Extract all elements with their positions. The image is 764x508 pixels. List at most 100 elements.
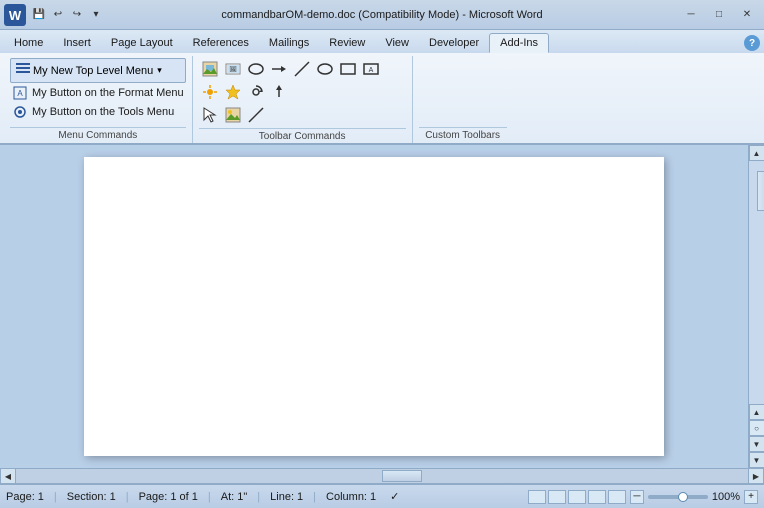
tb-image2[interactable]: 🖼 <box>222 58 244 80</box>
menu-icon <box>15 61 31 80</box>
document-area <box>0 145 748 468</box>
tab-mailings[interactable]: Mailings <box>259 33 319 53</box>
custom-toolbars-label: Custom Toolbars <box>419 127 507 143</box>
tab-home[interactable]: Home <box>4 33 53 53</box>
tools-menu-btn[interactable]: My Button on the Tools Menu <box>10 103 186 121</box>
tb-ellipse[interactable] <box>245 58 267 80</box>
view-outline-btn[interactable] <box>588 490 606 504</box>
h-scroll-left[interactable]: ◀ <box>0 468 16 484</box>
tab-references[interactable]: References <box>183 33 259 53</box>
svg-text:🖼: 🖼 <box>229 66 237 73</box>
new-top-level-menu-btn[interactable]: My New Top Level Menu ▾ <box>10 58 186 83</box>
page-status: Page: 1 <box>6 491 44 503</box>
tab-insert[interactable]: Insert <box>53 33 101 53</box>
document-page <box>84 157 664 456</box>
toolbar-row-1: 🖼 A <box>199 58 406 80</box>
tb-line2[interactable] <box>245 104 267 126</box>
minimize-btn[interactable]: ─ <box>678 6 704 24</box>
zoom-slider[interactable] <box>648 495 708 499</box>
tab-review[interactable]: Review <box>319 33 375 53</box>
column-status: Column: 1 <box>326 491 376 503</box>
tb-line1[interactable] <box>291 58 313 80</box>
scroll-thumb[interactable] <box>757 171 764 211</box>
window-controls: ─ □ ✕ <box>678 6 760 24</box>
custom-toolbars-group: Custom Toolbars <box>413 56 513 143</box>
scroll-down-btn[interactable]: ▼ <box>749 452 764 468</box>
scroll-up-btn[interactable]: ▲ <box>749 145 764 161</box>
tb-ellipse2[interactable] <box>314 58 336 80</box>
title-bar: W 💾 ↩ ↪ ▾ commandbarOM-demo.doc (Compati… <box>0 0 764 30</box>
tb-text-box[interactable]: A <box>360 58 382 80</box>
ribbon-tabs: Home Insert Page Layout References Maili… <box>0 30 764 53</box>
view-web-btn[interactable] <box>568 490 586 504</box>
tb-star[interactable] <box>222 81 244 103</box>
tb-image1[interactable] <box>199 58 221 80</box>
line-status: Line: 1 <box>270 491 303 503</box>
title-bar-left: W 💾 ↩ ↪ ▾ <box>4 4 105 26</box>
zoom-controls: ─ 100% + <box>630 490 758 504</box>
custom-toolbars-content <box>419 58 507 125</box>
pagecount-status: Page: 1 of 1 <box>139 491 198 503</box>
tb-rect1[interactable] <box>337 58 359 80</box>
view-mode-buttons <box>528 490 626 504</box>
at-status: At: 1" <box>221 491 248 503</box>
tb-image3[interactable] <box>222 104 244 126</box>
save-quick-btn[interactable]: 💾 <box>30 6 48 24</box>
tab-page-layout[interactable]: Page Layout <box>101 33 183 53</box>
help-button[interactable]: ? <box>744 35 760 51</box>
scroll-next-page[interactable]: ▼ <box>749 436 764 452</box>
menu-commands-group: My New Top Level Menu ▾ A My Button on t… <box>4 56 193 143</box>
tb-sun[interactable] <box>199 81 221 103</box>
tools-menu-icon <box>12 104 28 120</box>
tab-addins[interactable]: Add-Ins <box>489 33 549 53</box>
h-scroll-track <box>16 469 748 483</box>
zoom-percent: 100% <box>712 491 740 503</box>
toolbar-row-2 <box>199 81 406 103</box>
quick-access-toolbar: 💾 ↩ ↪ ▾ <box>30 6 105 24</box>
horizontal-scrollbar: ◀ ▶ <box>0 468 764 484</box>
window-title: commandbarOM-demo.doc (Compatibility Mod… <box>221 9 542 21</box>
scroll-prev-page[interactable]: ▲ <box>749 404 764 420</box>
undo-btn[interactable]: ↩ <box>49 6 67 24</box>
tb-arrow-right[interactable] <box>268 58 290 80</box>
tb-rotate[interactable] <box>245 81 267 103</box>
scroll-page-indicator[interactable]: ○ <box>749 420 764 436</box>
zoom-in-btn[interactable]: + <box>744 490 758 504</box>
app-icon: W <box>4 4 26 26</box>
tab-developer[interactable]: Developer <box>419 33 489 53</box>
toolbar-commands-content: 🖼 A <box>199 58 406 126</box>
h-scroll-thumb[interactable] <box>382 470 422 482</box>
svg-text:A: A <box>17 89 23 98</box>
spellcheck-icon: ✓ <box>390 490 399 503</box>
scroll-cluster: ▲ ○ ▼ <box>749 404 764 452</box>
zoom-out-btn[interactable]: ─ <box>630 490 644 504</box>
tb-cursor[interactable] <box>199 104 221 126</box>
document-container: ▲ ▲ ○ ▼ ▼ <box>0 145 764 468</box>
svg-text:W: W <box>9 8 22 23</box>
dropdown-arrow-icon: ▾ <box>157 65 162 76</box>
section-status: Section: 1 <box>67 491 116 503</box>
toolbar-commands-group: 🖼 A <box>193 56 413 143</box>
h-scroll-right[interactable]: ▶ <box>748 468 764 484</box>
vertical-scrollbar: ▲ ▲ ○ ▼ ▼ <box>748 145 764 468</box>
format-menu-label: My Button on the Format Menu <box>32 87 184 99</box>
zoom-thumb[interactable] <box>678 492 688 502</box>
qa-dropdown[interactable]: ▾ <box>87 6 105 24</box>
close-btn[interactable]: ✕ <box>734 6 760 24</box>
redo-btn[interactable]: ↪ <box>68 6 86 24</box>
view-fullscreen-btn[interactable] <box>548 490 566 504</box>
format-menu-btn[interactable]: A My Button on the Format Menu <box>10 84 186 102</box>
ribbon-content: My New Top Level Menu ▾ A My Button on t… <box>0 53 764 145</box>
tab-view[interactable]: View <box>375 33 419 53</box>
status-right: ─ 100% + <box>528 490 758 504</box>
menu-commands-content: My New Top Level Menu ▾ A My Button on t… <box>10 58 186 125</box>
tools-menu-label: My Button on the Tools Menu <box>32 106 174 118</box>
format-menu-icon: A <box>12 85 28 101</box>
menu-commands-label: Menu Commands <box>10 127 186 143</box>
svg-text:A: A <box>368 67 373 74</box>
maximize-btn[interactable]: □ <box>706 6 732 24</box>
view-print-btn[interactable] <box>528 490 546 504</box>
toolbar-row-3 <box>199 104 406 126</box>
view-draft-btn[interactable] <box>608 490 626 504</box>
tb-arrow-up[interactable] <box>268 81 290 103</box>
